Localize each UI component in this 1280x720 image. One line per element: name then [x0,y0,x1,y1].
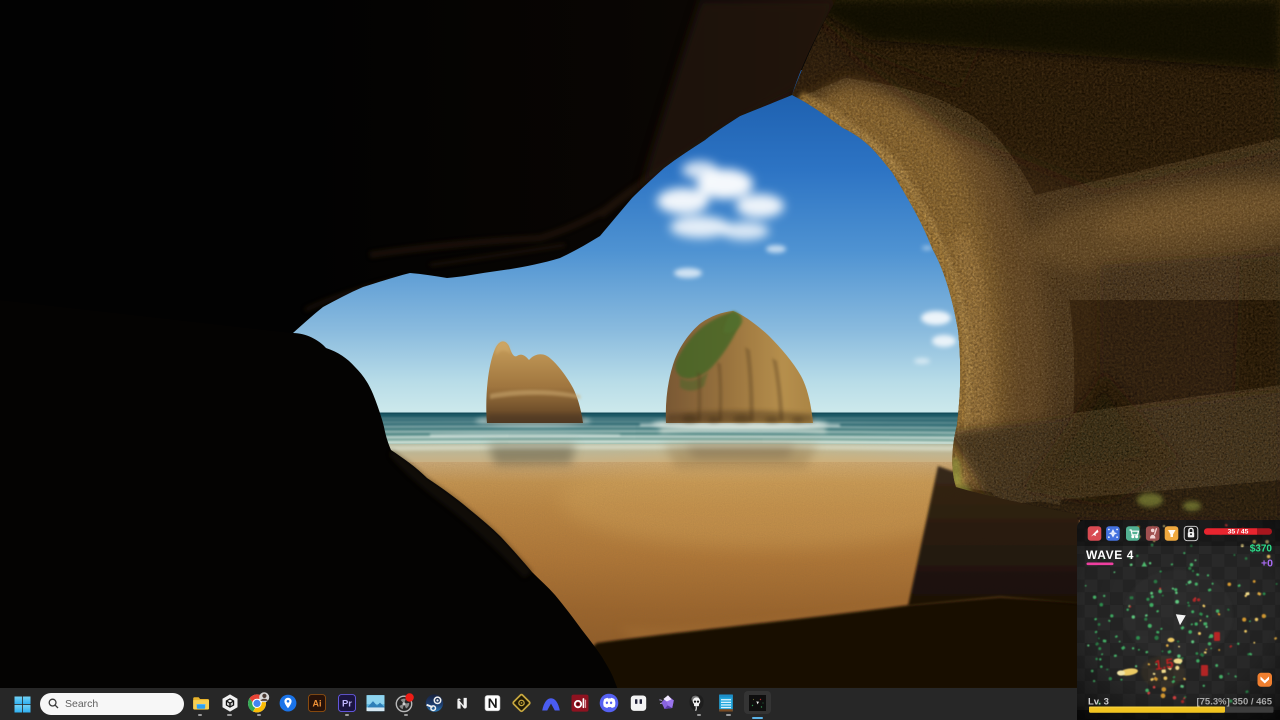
svg-text:$370: $370 [1250,544,1273,555]
svg-text:35 / 45: 35 / 45 [1228,529,1249,536]
svg-text:WAVE 4: WAVE 4 [1086,548,1134,562]
svg-text:[75.3%] 350 / 465: [75.3%] 350 / 465 [1196,697,1272,708]
svg-text:Pr: Pr [341,699,351,710]
svg-text:Lv. 3: Lv. 3 [1088,697,1109,708]
svg-text:Ai: Ai [313,699,322,709]
svg-text:+0: +0 [1261,558,1273,570]
